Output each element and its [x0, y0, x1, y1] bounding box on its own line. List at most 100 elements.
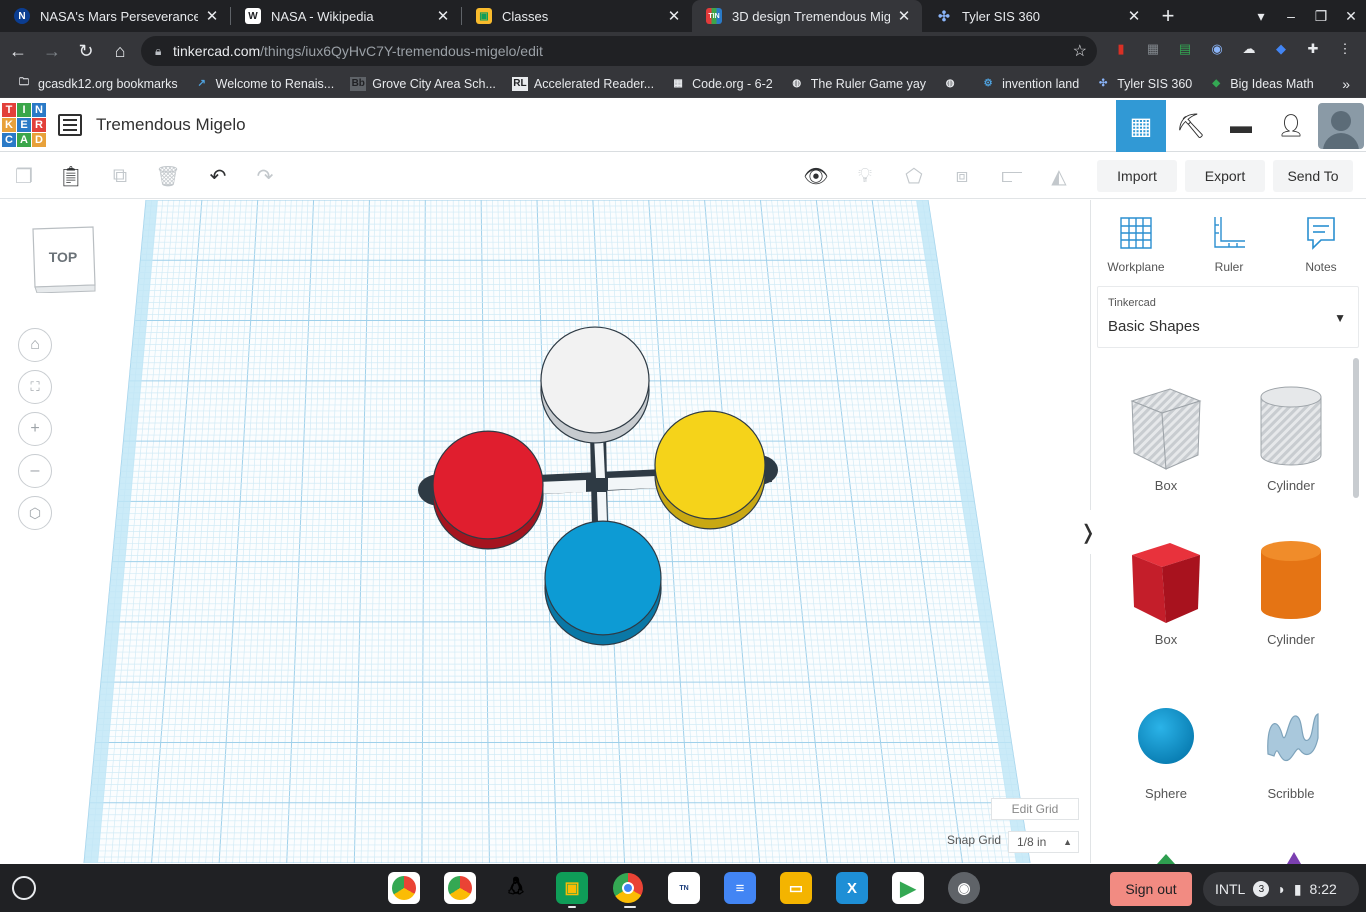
app-chrome-icon[interactable] — [612, 872, 644, 904]
shape-library-select[interactable]: Tinkercad Basic Shapes ▼ — [1097, 286, 1359, 348]
app-classroom-icon[interactable]: ▣ — [556, 872, 588, 904]
workplane-grid[interactable] — [0, 200, 1090, 863]
shape-cylinder-hole[interactable]: Cylinder — [1236, 380, 1346, 493]
close-icon[interactable]: ✕ — [435, 7, 451, 25]
sign-out-button[interactable]: Sign out — [1110, 872, 1192, 906]
panel-scrollbar[interactable] — [1353, 358, 1359, 498]
undo-button[interactable]: ↶ — [202, 160, 234, 192]
import-button[interactable]: Import — [1097, 160, 1177, 192]
app-linux-icon[interactable]: 🐧︎ — [500, 872, 532, 904]
extension-icon[interactable]: ▦ — [1142, 38, 1164, 60]
close-icon[interactable]: ✕ — [666, 7, 682, 25]
bookmarks-overflow-icon[interactable]: » — [1342, 76, 1350, 92]
workplane-tool[interactable]: Workplane — [1096, 212, 1176, 274]
shape-box-hole[interactable]: Box — [1111, 380, 1221, 493]
fit-view-button[interactable]: ⛶ — [18, 370, 52, 404]
tab-classes[interactable]: ▣ Classes ✕ — [462, 0, 692, 32]
projection-button[interactable]: ⬡ — [18, 496, 52, 530]
back-button[interactable]: ← — [2, 35, 34, 67]
app-play-store-icon[interactable]: ▶ — [892, 872, 924, 904]
design-list-icon[interactable] — [58, 114, 82, 136]
app-slides-icon[interactable]: ▭ — [780, 872, 812, 904]
grid-view-button[interactable]: ▦ — [1116, 100, 1166, 152]
close-window-icon[interactable]: ✕ — [1336, 8, 1366, 25]
extension-icon[interactable]: ◆ — [1270, 38, 1292, 60]
view-cube[interactable]: TOP — [31, 225, 97, 294]
ruler-tool[interactable]: Ruler — [1189, 212, 1269, 274]
duplicate-button[interactable]: ⧉ — [104, 160, 136, 192]
workplane-viewport[interactable] — [0, 200, 1090, 863]
bookmark-item[interactable]: ◍ The Ruler Game yay — [789, 77, 926, 91]
bookmark-star-icon[interactable]: ☆ — [1073, 41, 1087, 61]
group-button[interactable]: ⬠ — [898, 160, 930, 192]
zoom-out-button[interactable]: – — [18, 454, 52, 488]
extension-icon[interactable]: ◉ — [1206, 38, 1228, 60]
new-tab-button[interactable]: + — [1152, 0, 1184, 32]
cloud-extension-icon[interactable]: ☁ — [1238, 38, 1260, 60]
shape-scribble[interactable]: Scribble — [1236, 686, 1346, 801]
extension-icon[interactable]: ▮ — [1110, 38, 1132, 60]
bookmark-item[interactable]: ✣ Tyler SIS 360 — [1095, 77, 1192, 91]
notes-tool[interactable]: Notes — [1281, 212, 1361, 274]
shape-box[interactable]: Box — [1111, 534, 1221, 647]
minecraft-view-button[interactable]: ⛏ — [1166, 100, 1216, 152]
sheets-extension-icon[interactable]: ▤ — [1174, 38, 1196, 60]
delete-button[interactable]: 🗑︎ — [152, 160, 184, 192]
app-testnav-icon[interactable]: TN — [668, 872, 700, 904]
home-button[interactable]: ⌂ — [104, 35, 136, 67]
collapse-panel-button[interactable]: ❭ — [1079, 510, 1097, 554]
close-icon[interactable]: ✕ — [204, 7, 220, 25]
app-chrome-profile-icon[interactable] — [444, 872, 476, 904]
close-icon[interactable]: ✕ — [1126, 7, 1142, 25]
bookmark-item[interactable]: ◍ — [942, 77, 964, 91]
home-view-button[interactable]: ⌂ — [18, 328, 52, 362]
minimize-icon[interactable]: – — [1276, 8, 1306, 24]
tab-nasa-wikipedia[interactable]: W NASA - Wikipedia ✕ — [231, 0, 461, 32]
bookmark-item[interactable]: RL Accelerated Reader... — [511, 76, 654, 91]
edit-grid-button[interactable]: Edit Grid — [991, 798, 1079, 820]
bookmark-item[interactable]: ⚙ invention land — [980, 77, 1080, 91]
tinkercad-logo[interactable]: T I N K E R C A D — [2, 103, 46, 149]
lock-icon[interactable]: 🔒︎ — [155, 44, 173, 59]
close-icon[interactable]: ✕ — [896, 7, 912, 25]
snap-grid-select[interactable]: 1/8 in ▲ — [1008, 831, 1079, 853]
app-docs-icon[interactable]: ≡ — [724, 872, 756, 904]
system-tray[interactable]: INTL 3 ◗ ▮ 8:22 — [1203, 872, 1359, 906]
zoom-in-button[interactable]: + — [18, 412, 52, 446]
copy-button[interactable]: ❐ — [8, 160, 40, 192]
bookmark-item[interactable]: 🗀︎ gcasdk12.org bookmarks — [16, 77, 178, 91]
send-to-button[interactable]: Send To — [1273, 160, 1353, 192]
app-x-icon[interactable]: X — [836, 872, 868, 904]
app-chrome-profile-icon[interactable] — [388, 872, 420, 904]
bookmark-item[interactable]: ↗ Welcome to Renais... — [194, 77, 334, 91]
tab-nasa-perseverance[interactable]: N NASA's Mars Perseverance Ro ✕ — [0, 0, 230, 32]
redo-button[interactable]: ↷ — [249, 160, 281, 192]
align-button[interactable]: ⫍ — [996, 160, 1028, 192]
app-camera-icon[interactable]: ◉ — [948, 872, 980, 904]
shape-cylinder[interactable]: Cylinder — [1236, 534, 1346, 647]
shape-sphere[interactable]: Sphere — [1111, 686, 1221, 801]
tab-tyler-sis[interactable]: ✣ Tyler SIS 360 ✕ — [922, 0, 1152, 32]
bookmark-item[interactable]: ◆ Big Ideas Math — [1208, 77, 1313, 91]
tab-tinkercad-design[interactable]: TIN 3D design Tremendous Migelo ✕ — [692, 0, 922, 32]
more-menu-icon[interactable]: ⋮ — [1334, 38, 1356, 60]
mirror-button[interactable]: ◭ — [1043, 160, 1075, 192]
add-user-button[interactable]: 👤︎ — [1266, 100, 1316, 152]
bookmark-item[interactable]: Bb Grove City Area Sch... — [350, 76, 496, 91]
puzzle-icon[interactable]: ✚ — [1302, 38, 1324, 60]
paste-button[interactable]: 📋︎ — [55, 160, 87, 192]
design-title[interactable]: Tremendous Migelo — [96, 115, 246, 135]
restore-icon[interactable]: ❐ — [1306, 8, 1336, 25]
launcher-icon[interactable] — [12, 876, 36, 900]
bricks-view-button[interactable]: ▬ — [1216, 100, 1266, 152]
light-bulb-button[interactable]: 💡︎ — [849, 160, 881, 192]
export-button[interactable]: Export — [1185, 160, 1265, 192]
ungroup-button[interactable]: ⧈ — [946, 160, 978, 192]
tab-search-icon[interactable]: ▾ — [1246, 8, 1276, 25]
avatar[interactable] — [1318, 103, 1364, 149]
forward-button[interactable]: → — [36, 35, 68, 67]
notes-visibility-button[interactable]: 👁︎ — [800, 160, 832, 192]
bookmark-item[interactable]: ▦ Code.org - 6-2 — [670, 77, 772, 91]
address-bar[interactable]: 🔒︎ tinkercad.com/things/iux6QyHvC7Y-trem… — [141, 36, 1097, 66]
reload-button[interactable]: ↻ — [70, 35, 102, 67]
